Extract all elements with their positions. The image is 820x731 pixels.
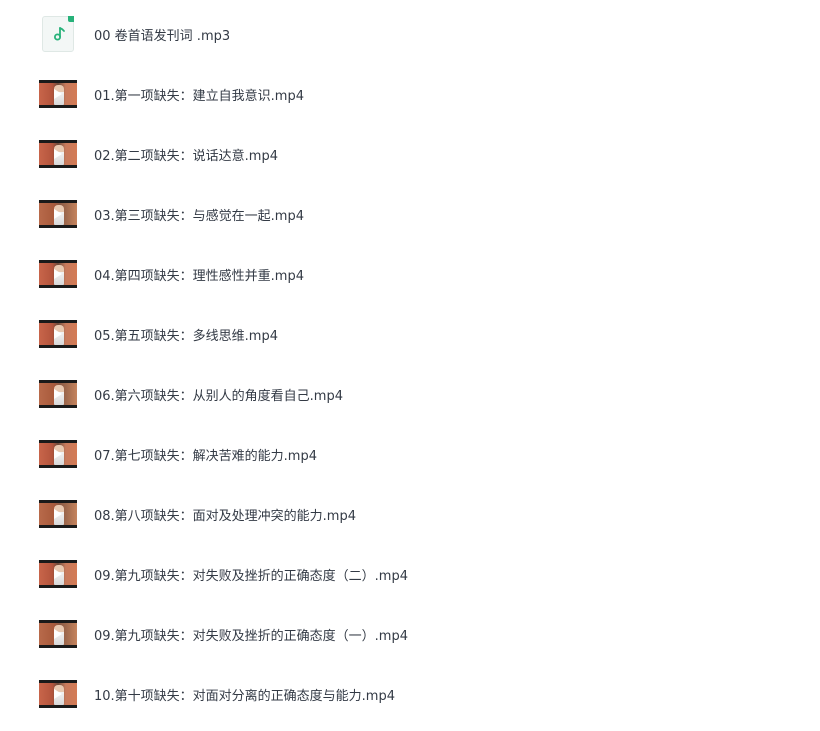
play-icon (54, 629, 62, 639)
file-name[interactable]: 09.第九项缺失：对失败及挫折的正确态度（二）.mp4 (94, 565, 408, 584)
video-thumbnail (39, 500, 77, 528)
file-row[interactable]: 00 卷首语发刊词 .mp3 (0, 4, 820, 64)
file-icon-slot (38, 134, 78, 174)
file-name[interactable]: 05.第五项缺失：多线思维.mp4 (94, 325, 278, 344)
file-row[interactable]: 08.第八项缺失：面对及处理冲突的能力.mp4 (0, 484, 820, 544)
video-thumbnail (39, 80, 77, 108)
play-icon (54, 209, 62, 219)
video-thumbnail (39, 380, 77, 408)
file-icon-slot (38, 74, 78, 114)
file-name[interactable]: 03.第三项缺失：与感觉在一起.mp4 (94, 205, 304, 224)
play-icon (54, 449, 62, 459)
file-name[interactable]: 07.第七项缺失：解决苦难的能力.mp4 (94, 445, 317, 464)
video-thumbnail (39, 560, 77, 588)
file-row[interactable]: 01.第一项缺失：建立自我意识.mp4 (0, 64, 820, 124)
file-name[interactable]: 01.第一项缺失：建立自我意识.mp4 (94, 85, 304, 104)
play-icon (54, 149, 62, 159)
video-thumbnail (39, 200, 77, 228)
file-icon-slot (38, 554, 78, 594)
play-icon (54, 269, 62, 279)
file-row[interactable]: 05.第五项缺失：多线思维.mp4 (0, 304, 820, 364)
file-name[interactable]: 08.第八项缺失：面对及处理冲突的能力.mp4 (94, 505, 356, 524)
play-icon (54, 509, 62, 519)
play-icon (54, 689, 62, 699)
play-icon (54, 89, 62, 99)
file-row[interactable]: 03.第三项缺失：与感觉在一起.mp4 (0, 184, 820, 244)
video-thumbnail (39, 620, 77, 648)
play-icon (54, 389, 62, 399)
file-icon-slot (38, 374, 78, 414)
file-name[interactable]: 10.第十项缺失：对面对分离的正确态度与能力.mp4 (94, 685, 395, 704)
file-row[interactable]: 09.第九项缺失：对失败及挫折的正确态度（二）.mp4 (0, 544, 820, 604)
video-thumbnail (39, 140, 77, 168)
file-icon-slot (38, 314, 78, 354)
file-icon-slot (38, 194, 78, 234)
play-icon (54, 329, 62, 339)
file-icon-slot (38, 614, 78, 654)
file-row[interactable]: 10.第十项缺失：对面对分离的正确态度与能力.mp4 (0, 664, 820, 724)
file-row[interactable]: 06.第六项缺失：从别人的角度看自己.mp4 (0, 364, 820, 424)
video-thumbnail (39, 680, 77, 708)
file-icon-slot (38, 14, 78, 54)
file-row[interactable]: 09.第九项缺失：对失败及挫折的正确态度（一）.mp4 (0, 604, 820, 664)
video-thumbnail (39, 260, 77, 288)
file-name[interactable]: 02.第二项缺失：说话达意.mp4 (94, 145, 278, 164)
video-thumbnail (39, 320, 77, 348)
file-row[interactable]: 04.第四项缺失：理性感性并重.mp4 (0, 244, 820, 304)
video-thumbnail (39, 440, 77, 468)
file-row[interactable]: 02.第二项缺失：说话达意.mp4 (0, 124, 820, 184)
play-icon (54, 569, 62, 579)
file-icon-slot (38, 674, 78, 714)
file-row[interactable]: 07.第七项缺失：解决苦难的能力.mp4 (0, 424, 820, 484)
file-name[interactable]: 06.第六项缺失：从别人的角度看自己.mp4 (94, 385, 343, 404)
file-icon-slot (38, 434, 78, 474)
music-note-icon (42, 16, 74, 52)
file-list: 00 卷首语发刊词 .mp3 01.第一项缺失：建立自我意识.mp4 02.第二… (0, 0, 820, 731)
file-name[interactable]: 04.第四项缺失：理性感性并重.mp4 (94, 265, 304, 284)
file-icon-slot (38, 494, 78, 534)
file-icon-slot (38, 254, 78, 294)
file-name[interactable]: 09.第九项缺失：对失败及挫折的正确态度（一）.mp4 (94, 625, 408, 644)
file-name[interactable]: 00 卷首语发刊词 .mp3 (94, 25, 230, 44)
